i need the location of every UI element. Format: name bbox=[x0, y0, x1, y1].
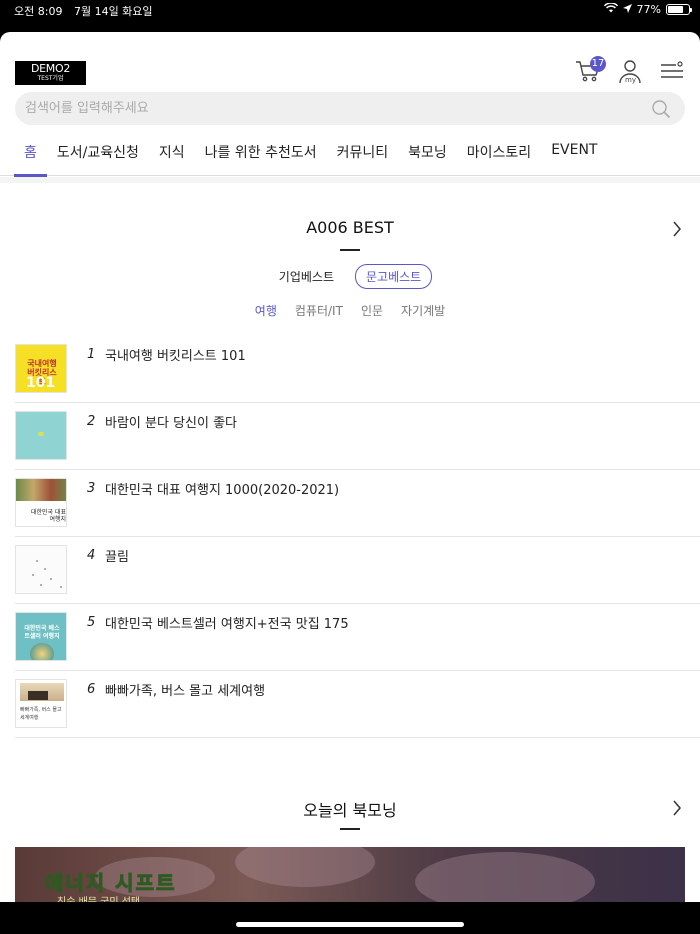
nav-tab[interactable]: EVENT bbox=[541, 132, 607, 176]
company-logo[interactable]: DEMO2 TEST기업 bbox=[15, 61, 86, 85]
book-row[interactable]: 국내여행 버킷리스트 101 1 국내여행 버킷리스트 101 bbox=[15, 336, 700, 403]
book-row[interactable]: 대한민국 베스트셀러 여행지 5 대한민국 베스트셀러 여행지+전국 맛집 17… bbox=[15, 604, 700, 671]
battery-percent: 77% bbox=[636, 3, 661, 16]
nav-tab[interactable]: 지식 bbox=[149, 132, 195, 176]
cover-text: 대한민국 베스트셀러 여행지 bbox=[24, 625, 60, 640]
cover-text: 빠빠가족, 버스 몰고 세계여행 bbox=[20, 707, 62, 721]
cover-text: 대한민국 대표 여행지 bbox=[30, 509, 66, 523]
best-type-tab[interactable]: 문고베스트 bbox=[355, 264, 433, 289]
my-page-button[interactable]: my bbox=[616, 60, 644, 86]
book-cover: 빠빠가족, 버스 몰고 세계여행 bbox=[15, 679, 67, 728]
cart-button[interactable]: 17 bbox=[574, 56, 606, 86]
section-divider bbox=[0, 177, 700, 183]
category-tab[interactable]: 자기계발 bbox=[401, 302, 445, 319]
svg-text:my: my bbox=[625, 76, 636, 84]
search-bar bbox=[15, 92, 685, 125]
nav-tab[interactable]: 도서/교육신청 bbox=[47, 132, 149, 176]
category-tab[interactable]: 컴퓨터/IT bbox=[295, 302, 343, 319]
status-bar: 오전 8:09 7월 14일 화요일 77% bbox=[0, 0, 700, 32]
category-tab[interactable]: 인문 bbox=[361, 302, 383, 319]
book-title: 끌림 bbox=[105, 550, 129, 565]
home-indicator[interactable] bbox=[236, 922, 464, 927]
book-title: 대한민국 대표 여행지 1000(2020-2021) bbox=[105, 483, 340, 498]
search-icon[interactable] bbox=[651, 99, 671, 123]
book-rank: 2 bbox=[87, 414, 96, 429]
logo-line1: DEMO2 bbox=[30, 62, 71, 75]
nav-tab[interactable]: 북모닝 bbox=[398, 132, 457, 176]
bookmorning-more-chevron-icon[interactable] bbox=[672, 800, 682, 820]
book-title: 국내여행 버킷리스트 101 bbox=[105, 349, 246, 364]
best-book-list: 국내여행 버킷리스트 101 1 국내여행 버킷리스트 101 2 바람이 분다… bbox=[15, 336, 700, 738]
banner-title: 에너지 시프트 bbox=[44, 871, 177, 896]
best-section-title: A006 BEST bbox=[306, 218, 394, 237]
nav-tab[interactable]: 홈 bbox=[14, 132, 47, 177]
category-tabs: 여행 컴퓨터/IT 인문 자기계발 bbox=[0, 302, 700, 319]
book-row[interactable]: 4 끌림 bbox=[15, 537, 700, 604]
title-underline bbox=[340, 828, 360, 830]
category-tab[interactable]: 여행 bbox=[255, 302, 277, 319]
wifi-icon bbox=[603, 2, 618, 16]
menu-icon bbox=[660, 61, 684, 85]
search-input[interactable] bbox=[15, 92, 615, 125]
user-icon: my bbox=[617, 58, 643, 88]
header-actions: 17 my bbox=[574, 56, 686, 86]
banner-subtitle: 친숙 배문 국민 선택 bbox=[57, 893, 140, 902]
book-title: 바람이 분다 당신이 좋다 bbox=[105, 416, 237, 431]
book-cover: 대한민국 베스트셀러 여행지 bbox=[15, 612, 67, 661]
book-rank: 1 bbox=[87, 347, 96, 362]
location-arrow-icon bbox=[622, 3, 632, 16]
status-date: 7월 14일 화요일 bbox=[73, 5, 153, 18]
logo-line2: TEST기업 bbox=[37, 75, 64, 82]
book-rank: 3 bbox=[87, 481, 96, 496]
cover-number: 101 bbox=[26, 375, 56, 391]
bookmorning-section-title: 오늘의 북모닝 bbox=[303, 801, 397, 820]
book-cover: 대한민국 대표 여행지 bbox=[15, 478, 67, 527]
nav-tab[interactable]: 마이스토리 bbox=[457, 132, 541, 176]
book-title: 빠빠가족, 버스 몰고 세계여행 bbox=[105, 684, 266, 699]
book-cover bbox=[15, 411, 67, 460]
cart-count-badge: 17 bbox=[590, 56, 606, 72]
book-row[interactable]: 빠빠가족, 버스 몰고 세계여행 6 빠빠가족, 버스 몰고 세계여행 bbox=[15, 671, 700, 738]
app-screen: DEMO2 TEST기업 17 my 홈도서/교육신청지식나를 위한 추천도서커… bbox=[0, 32, 700, 902]
book-row[interactable]: 대한민국 대표 여행지 3 대한민국 대표 여행지 1000(2020-2021… bbox=[15, 470, 700, 537]
nav-tab[interactable]: 나를 위한 추천도서 bbox=[195, 132, 327, 176]
book-cover: 국내여행 버킷리스트 101 bbox=[15, 344, 67, 393]
best-more-chevron-icon[interactable] bbox=[672, 221, 682, 241]
best-type-tabs: 기업베스트 문고베스트 bbox=[0, 264, 700, 289]
best-type-tab[interactable]: 기업베스트 bbox=[268, 264, 345, 289]
nav-tab[interactable]: 커뮤니티 bbox=[327, 132, 399, 176]
bookmorning-banner[interactable]: 에너지 시프트 친숙 배문 국민 선택 bbox=[15, 847, 685, 902]
book-rank: 4 bbox=[87, 548, 96, 563]
book-title: 대한민국 베스트셀러 여행지+전국 맛집 175 bbox=[105, 617, 349, 632]
book-row[interactable]: 2 바람이 분다 당신이 좋다 bbox=[15, 403, 700, 470]
status-time: 오전 8:09 bbox=[14, 5, 63, 18]
menu-button[interactable] bbox=[658, 60, 686, 86]
battery-icon bbox=[666, 4, 692, 15]
main-nav: 홈 도서/교육신청 지식 나를 위한 추천도서 커뮤니티 북모닝 마이스토리 EVENT bbox=[0, 132, 700, 177]
book-cover bbox=[15, 545, 67, 594]
book-rank: 5 bbox=[87, 615, 96, 630]
title-underline bbox=[340, 249, 360, 251]
book-rank: 6 bbox=[87, 682, 96, 697]
